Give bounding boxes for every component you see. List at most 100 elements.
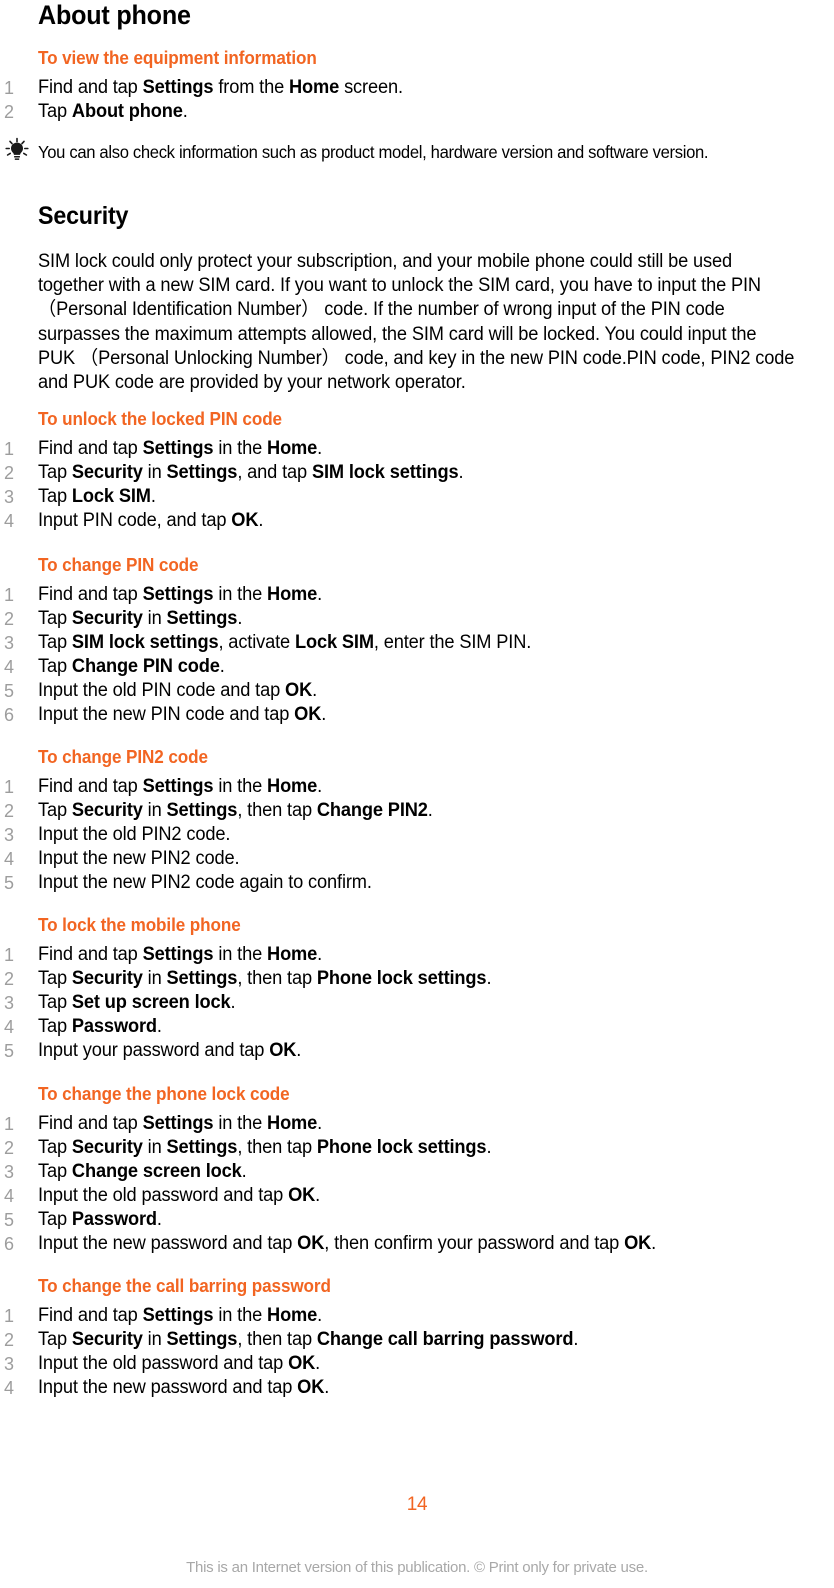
step-text: Input the old password and tap OK. [38,1353,321,1374]
step-number: 2 [4,1138,14,1158]
page-number: 14 [406,1494,428,1515]
step-text: Tap Lock SIM. [38,486,156,507]
step-number: 4 [4,1378,14,1398]
step-text: Tap Set up screen lock. [38,992,236,1013]
step-text: Tap Security in Settings, then tap Chang… [38,800,433,821]
step-text: Tap Security in Settings, and tap SIM lo… [38,462,464,483]
step-text: Input the new PIN2 code again to confirm… [38,872,372,893]
list-item: 4 Input the new PIN2 code. [0,847,834,871]
procedure-steps: 1 Find and tap Settings in the Home. 2 Tap … [0,583,834,727]
step-number: 3 [4,1354,14,1374]
step-number: 6 [4,705,14,725]
procedure-steps: 1 Find and tap Settings in the Home. 2 Tap … [0,437,834,533]
tip-note: You can also check information such as p… [0,137,834,163]
step-number: 2 [4,463,14,483]
list-item: 2 Tap Security in Settings, then tap Phon… [0,1136,834,1160]
procedure-title: To change the phone lock code [38,1084,290,1104]
step-number: 1 [4,1114,14,1134]
list-item: 2 Tap Security in Settings, and tap SIM l… [0,461,834,485]
step-text: Input the old PIN2 code. [38,824,231,845]
list-item: 4 Input the new password and tap OK. [0,1376,834,1400]
step-text: Find and tap Settings in the Home. [38,438,323,459]
step-text: Tap Password. [38,1209,162,1230]
list-item: 5 Input the old PIN code and tap OK. [0,679,834,703]
step-text: Tap Security in Settings, then tap Phone… [38,1137,492,1158]
page-title: About phone [38,0,191,30]
step-number: 4 [4,1017,14,1037]
step-text: Find and tap Settings in the Home. [38,1305,323,1326]
step-text: Tap Security in Settings, then tap Chang… [38,1329,579,1350]
step-number: 3 [4,825,14,845]
step-text: Find and tap Settings from the Home scre… [38,77,403,98]
step-number: 1 [4,777,14,797]
step-number: 1 [4,585,14,605]
step-text: Input PIN code, and tap OK. [38,510,264,531]
step-number: 5 [4,1041,14,1061]
list-item: 3 Tap SIM lock settings, activate Lock SI… [0,631,834,655]
list-item: 4 Tap Change PIN code. [0,655,834,679]
security-description: SIM lock could only protect your subscri… [38,251,795,394]
list-item: 1 Find and tap Settings from the Home scr… [0,76,834,100]
tip-text: You can also check information such as p… [38,142,709,162]
step-text: Find and tap Settings in the Home. [38,776,323,797]
step-text: Tap About phone. [38,101,188,122]
list-item: 2 Tap Security in Settings. [0,607,834,631]
procedure-title: To lock the mobile phone [38,915,241,935]
lightbulb-icon [4,137,30,163]
step-text: Tap Change PIN code. [38,656,225,677]
list-item: 1 Find and tap Settings in the Home. [0,943,834,967]
step-number: 3 [4,487,14,507]
procedure-title: To change the call barring password [38,1276,331,1296]
list-item: 3 Tap Change screen lock. [0,1160,834,1184]
list-item: 1 Find and tap Settings in the Home. [0,775,834,799]
step-text: Tap Password. [38,1016,162,1037]
procedure-steps: 1 Find and tap Settings from the Home scr… [0,76,834,124]
step-number: 3 [4,1162,14,1182]
list-item: 4 Tap Password. [0,1015,834,1039]
step-text: Find and tap Settings in the Home. [38,584,323,605]
procedure-steps: 1 Find and tap Settings in the Home. 2 Tap … [0,1112,834,1256]
procedure-title: To change PIN code [38,555,199,575]
list-item: 1 Find and tap Settings in the Home. [0,1112,834,1136]
step-text: Input the new PIN2 code. [38,848,240,869]
list-item: 2 Tap Security in Settings, then tap Chan… [0,799,834,823]
list-item: 5 Input your password and tap OK. [0,1039,834,1063]
step-text: Input the old PIN code and tap OK. [38,680,318,701]
step-number: 1 [4,439,14,459]
step-number: 2 [4,1330,14,1350]
list-item: 1 Find and tap Settings in the Home. [0,583,834,607]
list-item: 4 Input PIN code, and tap OK. [0,509,834,533]
list-item: 3 Input the old PIN2 code. [0,823,834,847]
step-text: Input the old password and tap OK. [38,1185,321,1206]
list-item: 4 Input the old password and tap OK. [0,1184,834,1208]
step-text: Input the new password and tap OK, then … [38,1233,657,1254]
list-item: 3 Tap Set up screen lock. [0,991,834,1015]
step-number: 2 [4,969,14,989]
list-item: 5 Tap Password. [0,1208,834,1232]
step-number: 5 [4,873,14,893]
list-item: 2 Tap Security in Settings, then tap Phon… [0,967,834,991]
step-text: Tap SIM lock settings, activate Lock SIM… [38,632,532,653]
step-text: Input the new PIN code and tap OK. [38,704,327,725]
step-text: Find and tap Settings in the Home. [38,944,323,965]
step-number: 5 [4,1210,14,1230]
list-item: 3 Tap Lock SIM. [0,485,834,509]
step-number: 3 [4,633,14,653]
list-item: 6 Input the new PIN code and tap OK. [0,703,834,727]
step-number: 4 [4,849,14,869]
step-number: 5 [4,681,14,701]
step-number: 1 [4,78,14,98]
step-text: Input your password and tap OK. [38,1040,302,1061]
footer-note: This is an Internet version of this publ… [186,1559,648,1576]
procedure-steps: 1 Find and tap Settings in the Home. 2 Tap … [0,1304,834,1400]
step-number: 4 [4,511,14,531]
section-title: Security [38,202,129,230]
manual-page: About phone To view the equipment inform… [0,0,834,1588]
step-number: 3 [4,993,14,1013]
list-item: 1 Find and tap Settings in the Home. [0,1304,834,1328]
list-item: 1 Find and tap Settings in the Home. [0,437,834,461]
list-item: 3 Input the old password and tap OK. [0,1352,834,1376]
step-number: 2 [4,609,14,629]
step-text: Input the new password and tap OK. [38,1377,330,1398]
step-number: 4 [4,657,14,677]
